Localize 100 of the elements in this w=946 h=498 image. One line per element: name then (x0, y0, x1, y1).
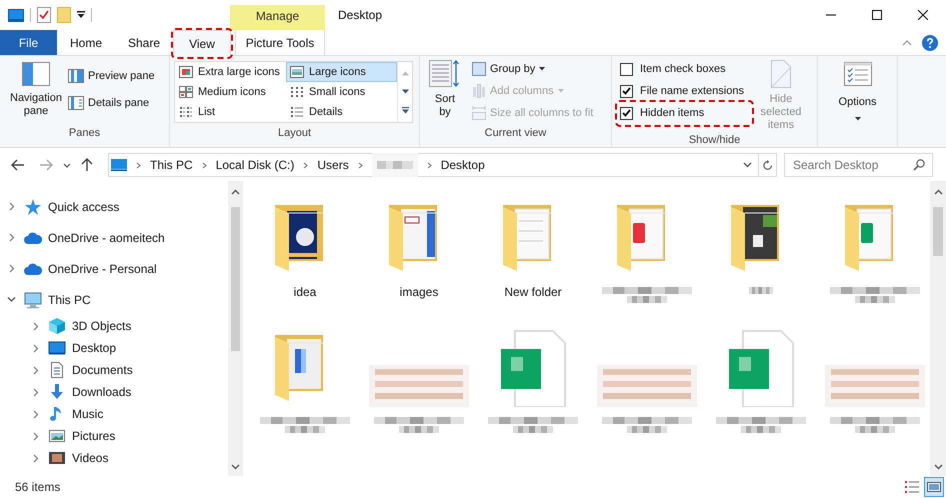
medium-icons-icon (179, 86, 193, 98)
dropdown-chevron-icon[interactable] (743, 162, 752, 168)
up-arrow-icon[interactable] (81, 158, 93, 172)
tree-item[interactable]: Music (72, 405, 104, 423)
scrollbar[interactable] (228, 181, 243, 476)
chevron-right-icon[interactable] (7, 202, 16, 211)
back-arrow-icon[interactable] (11, 159, 25, 171)
file-item[interactable]: images (364, 197, 474, 327)
breadcrumb[interactable]: Users (317, 156, 349, 174)
monitor-icon[interactable] (8, 8, 24, 22)
chevron-right-icon[interactable] (31, 410, 40, 418)
tree-item[interactable]: Pictures (72, 427, 116, 445)
caret-icon (558, 89, 564, 93)
tree-item[interactable]: This PC (48, 290, 91, 308)
tree-item[interactable]: Documents (72, 361, 133, 379)
ribbon-tab[interactable]: File (0, 30, 57, 55)
breadcrumb[interactable]: Local Disk (C:) (216, 156, 294, 174)
caret-icon (539, 67, 546, 71)
large-icons-view-button[interactable] (924, 477, 944, 497)
options-button[interactable]: Options (818, 60, 897, 120)
scroll-thumb[interactable] (933, 207, 943, 256)
chevron-right-icon[interactable] (426, 162, 432, 168)
chevron-right-icon[interactable] (7, 264, 16, 273)
caret-icon (854, 116, 860, 120)
checkbox-label[interactable]: Hidden items (640, 104, 704, 122)
breadcrumb[interactable]: This PC (150, 156, 193, 174)
chevron-right-icon[interactable] (303, 162, 308, 168)
recent-locations-icon[interactable] (63, 162, 71, 168)
checkbox[interactable] (620, 84, 633, 98)
preview-pane-icon (68, 69, 84, 84)
scroll-up-icon[interactable] (231, 189, 240, 195)
computer-icon (24, 290, 42, 308)
chevron-right-icon[interactable] (31, 454, 40, 462)
scroll-up-icon[interactable] (934, 189, 942, 195)
layout-option[interactable]: List (175, 102, 286, 122)
checkbox[interactable] (620, 62, 633, 76)
details-pane-button[interactable]: Details pane (68, 94, 155, 111)
close-icon (918, 10, 928, 20)
file-item[interactable]: idea (250, 197, 360, 327)
chevron-right-icon[interactable] (31, 432, 40, 440)
dropdown-icon[interactable] (77, 11, 85, 19)
layout-option[interactable]: Medium icons (175, 82, 286, 102)
chevron-right-icon[interactable] (136, 162, 141, 168)
ribbon-tab[interactable]: Home (57, 30, 115, 55)
sort-by-button[interactable]: Sort by (428, 60, 462, 119)
chevron-right-icon[interactable] (31, 388, 40, 396)
chevron-right-icon[interactable] (358, 162, 363, 168)
checkbox-label[interactable]: File name extensions (640, 82, 744, 100)
film-icon (48, 449, 66, 467)
refresh-icon (762, 160, 772, 170)
collapse-ribbon-icon[interactable] (902, 40, 912, 46)
tree-item[interactable]: OneDrive - aomeitech (48, 228, 165, 246)
file-name[interactable]: images (400, 283, 438, 301)
group-button[interactable]: Group by (472, 61, 594, 77)
large-icons-view-icon (926, 479, 942, 495)
address-bar[interactable]: This PC Local Disk (C:) Users Desktop (108, 153, 777, 177)
help-icon[interactable] (922, 34, 938, 50)
checklist-icon[interactable] (37, 7, 51, 23)
chevron-right-icon[interactable] (202, 162, 207, 168)
breadcrumb[interactable]: Desktop (440, 156, 485, 174)
ribbon-tab[interactable]: View (173, 30, 231, 56)
forward-arrow-icon[interactable] (39, 159, 53, 171)
scrollbar[interactable] (930, 181, 946, 476)
scroll-thumb[interactable] (231, 207, 240, 351)
chevron-right-icon[interactable] (31, 322, 40, 330)
chevron-down-icon[interactable] (7, 295, 16, 304)
tree-item[interactable]: 3D Objects (72, 317, 132, 335)
document-icon (770, 60, 791, 88)
gallery-expand-icon[interactable] (402, 106, 408, 114)
tree-item[interactable]: Quick access (48, 198, 120, 216)
file-name[interactable]: idea (294, 283, 316, 301)
tree-item[interactable]: Videos (72, 449, 108, 467)
layout-option[interactable]: Small icons (286, 82, 397, 102)
layout-option[interactable]: Extra large icons (175, 62, 286, 82)
add-columns-icon (472, 84, 486, 98)
gallery-down-icon[interactable] (402, 88, 408, 94)
chevron-right-icon[interactable] (31, 366, 40, 374)
scroll-down-icon[interactable] (231, 464, 240, 470)
layout-option[interactable]: Details (286, 102, 397, 122)
file-item[interactable]: New folder (478, 197, 588, 327)
chevron-right-icon[interactable] (7, 233, 16, 242)
preview-pane-button[interactable]: Preview pane (68, 68, 155, 84)
checkbox-label[interactable]: Item check boxes (640, 60, 726, 78)
tree-item[interactable]: OneDrive - Personal (48, 260, 157, 278)
checkbox[interactable] (620, 106, 633, 120)
navigation-pane-button[interactable]: Navigation pane (4, 60, 68, 118)
ribbon-tab[interactable]: Share (115, 30, 173, 55)
search-icon[interactable] (913, 159, 925, 171)
extra-large-icons-icon (179, 66, 193, 78)
details-pane-icon (68, 96, 84, 110)
tree-item[interactable]: Downloads (72, 383, 132, 401)
context-tab-label: Manage (230, 5, 325, 30)
layout-option[interactable]: Large icons (286, 62, 397, 82)
monitor-icon (111, 159, 127, 171)
file-name[interactable]: New folder (504, 283, 562, 301)
scroll-down-icon[interactable] (934, 464, 942, 470)
tree-item[interactable]: Desktop (72, 339, 116, 357)
search-field[interactable]: Search Desktop (784, 153, 933, 177)
chevron-right-icon[interactable] (31, 344, 40, 352)
item-count: 56 items (15, 479, 60, 496)
